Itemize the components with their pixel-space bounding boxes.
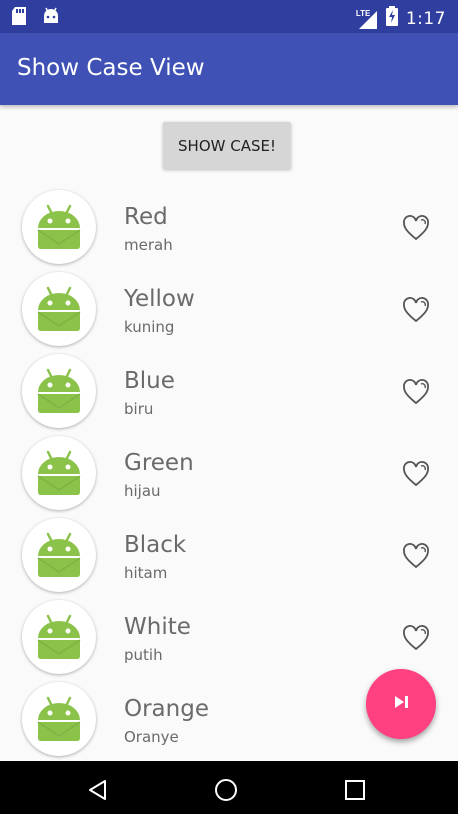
lte-signal-icon: LTE (356, 9, 378, 29)
favorite-button[interactable] (402, 625, 430, 651)
item-subtitle: kuning (124, 318, 175, 336)
list-item[interactable]: Blue biru (0, 350, 458, 432)
recents-icon (345, 780, 365, 800)
heart-outline-icon (403, 543, 429, 569)
item-title: White (124, 614, 191, 640)
app-bar: Show Case View (0, 33, 458, 105)
android-icon (37, 204, 81, 249)
heart-outline-icon (403, 461, 429, 487)
home-icon (215, 779, 237, 801)
avatar (22, 436, 96, 510)
android-icon (37, 532, 81, 577)
favorite-button[interactable] (402, 379, 430, 405)
item-subtitle: Oranye (124, 728, 179, 746)
list-item[interactable]: Green hijau (0, 432, 458, 514)
list-item[interactable]: White putih (0, 596, 458, 678)
avatar (22, 682, 96, 756)
android-icon (37, 368, 81, 413)
item-subtitle: biru (124, 400, 154, 418)
avatar (22, 190, 96, 264)
android-icon (37, 696, 81, 741)
avatar (22, 272, 96, 346)
recents-button[interactable] (343, 778, 367, 802)
avatar (22, 600, 96, 674)
favorite-button[interactable] (402, 543, 430, 569)
item-title: Green (124, 450, 194, 476)
item-title: Yellow (124, 286, 195, 312)
favorite-button[interactable] (402, 215, 430, 241)
heart-outline-icon (403, 297, 429, 323)
back-icon (89, 780, 106, 800)
skip-next-icon (392, 693, 410, 716)
heart-outline-icon (403, 625, 429, 651)
item-title: Orange (124, 696, 209, 722)
item-title: Black (124, 532, 187, 558)
android-icon (37, 286, 81, 331)
status-time: 1:17 (405, 8, 446, 29)
android-icon (37, 614, 81, 659)
item-subtitle: merah (124, 236, 173, 254)
item-title: Blue (124, 368, 175, 394)
android-icon (37, 450, 81, 495)
sd-card-icon (12, 7, 26, 30)
heart-outline-icon (403, 215, 429, 241)
list-item[interactable]: Yellow kuning (0, 268, 458, 350)
heart-outline-icon (403, 379, 429, 405)
item-subtitle: hitam (124, 564, 168, 582)
avatar (22, 354, 96, 428)
item-subtitle: hijau (124, 482, 161, 500)
navigation-bar (0, 761, 458, 814)
item-subtitle: putih (124, 646, 163, 664)
battery-charging-icon (385, 6, 398, 31)
skip-next-fab[interactable] (366, 669, 436, 739)
home-button[interactable] (214, 778, 238, 802)
app-title: Show Case View (17, 55, 205, 81)
favorite-button[interactable] (402, 297, 430, 323)
status-bar: LTE 1:17 (0, 0, 458, 33)
back-button[interactable] (86, 778, 110, 802)
list-item[interactable]: Red merah (0, 186, 458, 268)
item-title: Red (124, 204, 168, 230)
android-notification-icon (42, 7, 60, 30)
list-item[interactable]: Black hitam (0, 514, 458, 596)
avatar (22, 518, 96, 592)
show-case-button[interactable]: SHOW CASE! (163, 122, 291, 169)
favorite-button[interactable] (402, 461, 430, 487)
